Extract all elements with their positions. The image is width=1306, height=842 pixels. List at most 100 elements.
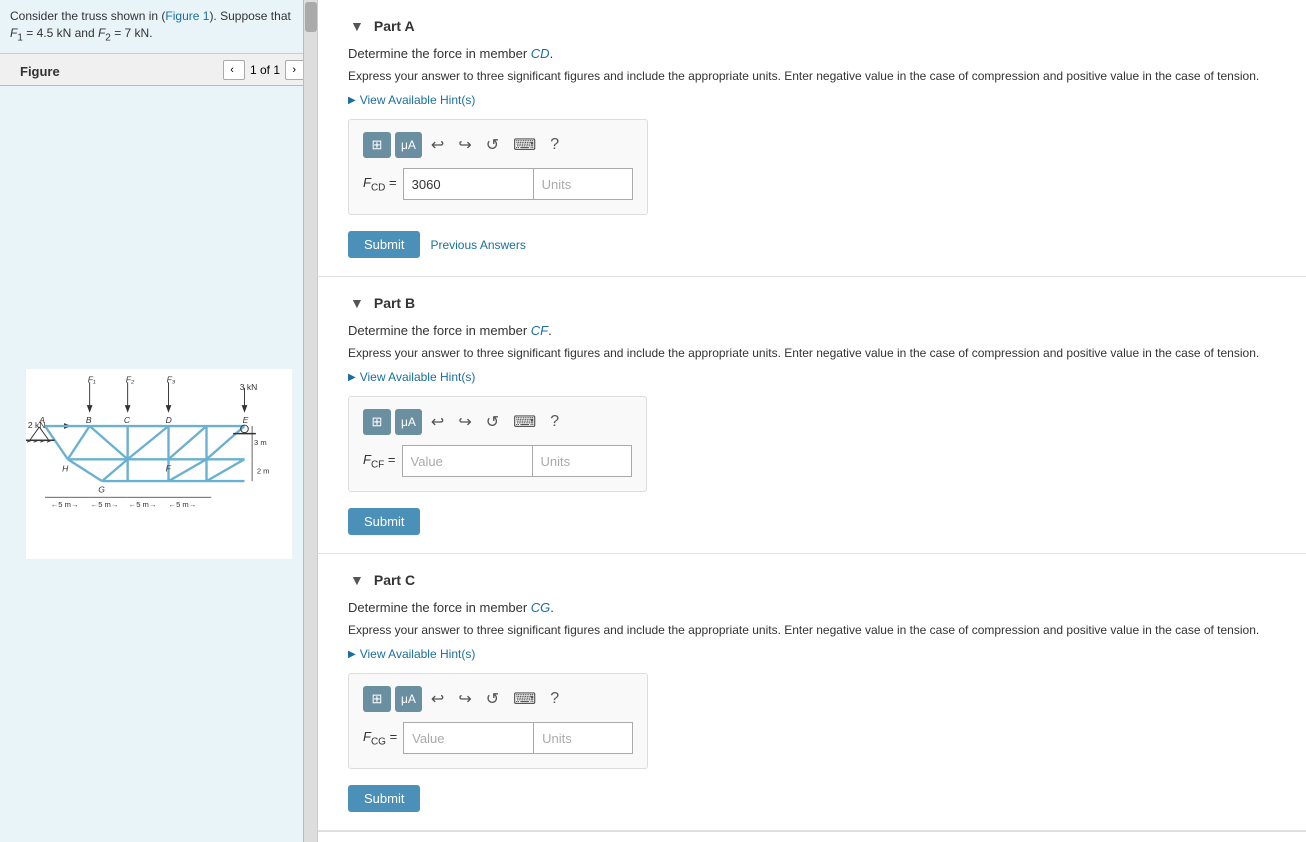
figure-prev-btn[interactable]: ‹ bbox=[223, 60, 245, 80]
part-c-field-label: FCG = bbox=[363, 729, 397, 748]
part-c-submit-btn[interactable]: Submit bbox=[348, 785, 420, 812]
part-b-title: Part B bbox=[374, 295, 415, 311]
part-c-refresh-btn[interactable]: ↺ bbox=[481, 686, 504, 712]
svg-text:F₂: F₂ bbox=[125, 374, 134, 384]
part-b-undo-btn[interactable]: ↩ bbox=[426, 409, 449, 435]
part-a-hint-link[interactable]: ▶ View Available Hint(s) bbox=[348, 93, 1276, 107]
part-c-title: Part C bbox=[374, 572, 415, 588]
part-c-answer-box: ⊞ μA ↩ ↪ ↺ ⌨ ? FCG = bbox=[348, 673, 648, 769]
part-c-undo-btn[interactable]: ↩ bbox=[426, 686, 449, 712]
part-b-hint-text: View Available Hint(s) bbox=[360, 370, 476, 384]
svg-text:←5 m→: ←5 m→ bbox=[128, 500, 156, 509]
part-b-determine: Determine the force in member CF. bbox=[348, 323, 1276, 338]
part-c-action-row: Submit bbox=[348, 785, 1276, 812]
svg-text:C: C bbox=[123, 415, 130, 425]
part-a-refresh-btn[interactable]: ↺ bbox=[481, 132, 504, 158]
part-a-toolbar: ⊞ μA ↩ ↪ ↺ ⌨ ? bbox=[363, 132, 633, 158]
part-c-units-input[interactable] bbox=[533, 722, 633, 754]
part-c-mu-btn[interactable]: μA bbox=[395, 686, 422, 712]
svg-text:←5 m→: ←5 m→ bbox=[168, 500, 196, 509]
part-c-redo-btn[interactable]: ↪ bbox=[453, 686, 476, 712]
left-panel: Consider the truss shown in (Figure 1). … bbox=[0, 0, 318, 842]
part-a-mu-btn[interactable]: μA bbox=[395, 132, 422, 158]
part-b-keyboard-btn[interactable]: ⌨ bbox=[508, 409, 541, 435]
part-b-refresh-btn[interactable]: ↺ bbox=[481, 409, 504, 435]
part-a-determine: Determine the force in member CD. bbox=[348, 46, 1276, 61]
part-b-toolbar: ⊞ μA ↩ ↪ ↺ ⌨ ? bbox=[363, 409, 632, 435]
part-c-collapse-btn[interactable]: ▼ bbox=[348, 572, 366, 588]
svg-text:3 m: 3 m bbox=[254, 438, 267, 447]
svg-text:←5 m→: ←5 m→ bbox=[50, 500, 78, 509]
part-b-value-input[interactable] bbox=[402, 445, 532, 477]
part-b-mu-btn[interactable]: μA bbox=[395, 409, 422, 435]
svg-text:3 kN: 3 kN bbox=[239, 382, 257, 392]
part-a-prev-answers-link[interactable]: Previous Answers bbox=[430, 238, 525, 252]
part-a-value-input[interactable] bbox=[403, 168, 533, 200]
part-a-submit-btn[interactable]: Submit bbox=[348, 231, 420, 258]
part-c-format-btn[interactable]: ⊞ bbox=[363, 686, 391, 712]
part-c-hint-link[interactable]: ▶ View Available Hint(s) bbox=[348, 647, 1276, 661]
part-b-field-label: FCF = bbox=[363, 452, 396, 471]
svg-text:←5 m→: ←5 m→ bbox=[90, 500, 118, 509]
hint-arrow-icon: ▶ bbox=[348, 95, 356, 106]
part-c-member: CG bbox=[531, 600, 551, 615]
svg-text:B: B bbox=[85, 415, 91, 425]
part-a-express: Express your answer to three significant… bbox=[348, 67, 1276, 85]
part-b-help-btn[interactable]: ? bbox=[545, 409, 564, 435]
part-a-format-btn[interactable]: ⊞ bbox=[363, 132, 391, 158]
svg-text:F₃: F₃ bbox=[166, 374, 175, 384]
part-c-input-row: FCG = bbox=[363, 722, 633, 754]
part-b-section: ▼ Part B Determine the force in member C… bbox=[318, 277, 1306, 554]
part-a-action-row: Submit Previous Answers bbox=[348, 231, 1276, 258]
part-c-value-input[interactable] bbox=[403, 722, 533, 754]
part-b-action-row: Submit bbox=[348, 508, 1276, 535]
part-b-redo-btn[interactable]: ↪ bbox=[453, 409, 476, 435]
part-b-hint-link[interactable]: ▶ View Available Hint(s) bbox=[348, 370, 1276, 384]
figure-page: 1 of 1 bbox=[250, 63, 280, 77]
part-a-units-input[interactable] bbox=[533, 168, 633, 200]
part-c-help-btn[interactable]: ? bbox=[545, 686, 564, 712]
figure-label: Figure bbox=[10, 58, 223, 81]
part-c-determine: Determine the force in member CG. bbox=[348, 600, 1276, 615]
part-b-input-row: FCF = bbox=[363, 445, 632, 477]
svg-text:F₁: F₁ bbox=[87, 374, 95, 384]
svg-text:D: D bbox=[165, 415, 171, 425]
part-b-submit-btn[interactable]: Submit bbox=[348, 508, 420, 535]
problem-text: Consider the truss shown in (Figure 1). … bbox=[0, 0, 317, 54]
hint-c-arrow-icon: ▶ bbox=[348, 649, 356, 660]
part-b-format-btn[interactable]: ⊞ bbox=[363, 409, 391, 435]
part-c-hint-text: View Available Hint(s) bbox=[360, 647, 476, 661]
part-a-undo-btn[interactable]: ↩ bbox=[426, 132, 449, 158]
svg-text:A: A bbox=[38, 415, 45, 425]
part-a-field-label: FCD = bbox=[363, 175, 397, 194]
part-b-answer-box: ⊞ μA ↩ ↪ ↺ ⌨ ? FCF = bbox=[348, 396, 647, 492]
part-a-collapse-btn[interactable]: ▼ bbox=[348, 18, 366, 34]
part-a-help-btn[interactable]: ? bbox=[545, 132, 564, 158]
part-a-member: CD bbox=[531, 46, 550, 61]
part-c-express: Express your answer to three significant… bbox=[348, 621, 1276, 639]
svg-text:E: E bbox=[242, 415, 248, 425]
part-b-member: CF bbox=[531, 323, 548, 338]
part-b-express: Express your answer to three significant… bbox=[348, 344, 1276, 362]
part-a-input-row: FCD = bbox=[363, 168, 633, 200]
scrollbar[interactable] bbox=[303, 0, 317, 842]
part-a-keyboard-btn[interactable]: ⌨ bbox=[508, 132, 541, 158]
part-a-redo-btn[interactable]: ↪ bbox=[453, 132, 476, 158]
part-c-section: ▼ Part C Determine the force in member C… bbox=[318, 554, 1306, 831]
part-a-answer-box: ⊞ μA ↩ ↪ ↺ ⌨ ? FCD = bbox=[348, 119, 648, 215]
part-a-title: Part A bbox=[374, 18, 415, 34]
svg-text:G: G bbox=[98, 485, 105, 495]
svg-text:F: F bbox=[165, 464, 171, 474]
part-b-collapse-btn[interactable]: ▼ bbox=[348, 295, 366, 311]
part-c-keyboard-btn[interactable]: ⌨ bbox=[508, 686, 541, 712]
part-a-section: ▼ Part A Determine the force in member C… bbox=[318, 0, 1306, 277]
figure-link[interactable]: Figure 1 bbox=[165, 9, 209, 23]
part-b-units-input[interactable] bbox=[532, 445, 632, 477]
right-panel: ▼ Part A Determine the force in member C… bbox=[318, 0, 1306, 842]
truss-figure: F₁ F₂ F₃ 3 kN 2 kN bbox=[24, 369, 294, 559]
figure-area: F₁ F₂ F₃ 3 kN 2 kN bbox=[0, 86, 317, 842]
part-c-toolbar: ⊞ μA ↩ ↪ ↺ ⌨ ? bbox=[363, 686, 633, 712]
bottom-bar: ◄ Return to Assignment Provide Feedback bbox=[318, 831, 1306, 842]
svg-text:H: H bbox=[62, 464, 69, 474]
svg-text:2 m: 2 m bbox=[256, 467, 269, 476]
